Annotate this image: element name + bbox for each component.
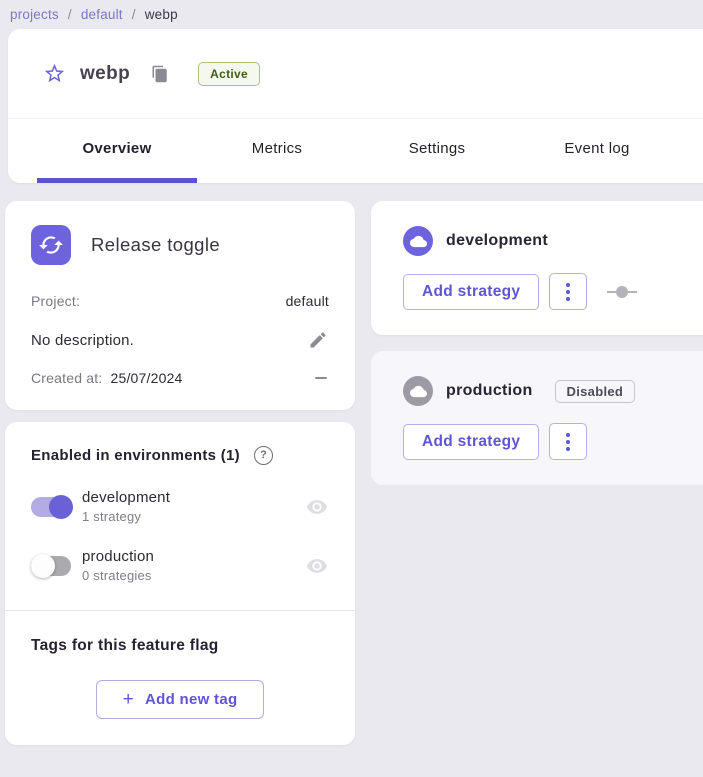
left-column: Release toggle Project: default No descr… [5, 201, 355, 745]
environments-card: Enabled in environments (1) ? developmen… [5, 422, 355, 745]
cloud-environment-icon [403, 376, 433, 406]
tab-overview[interactable]: Overview [37, 119, 197, 183]
feature-title-row: webp Active [8, 29, 703, 119]
toggle-development[interactable] [31, 495, 73, 519]
help-icon[interactable]: ? [254, 446, 273, 465]
tab-metrics[interactable]: Metrics [197, 119, 357, 183]
disabled-badge: Disabled [555, 380, 636, 403]
plus-icon: + [123, 690, 134, 709]
add-tag-label: Add new tag [145, 691, 237, 708]
project-row: Project: default [31, 293, 329, 309]
strategy-connector-icon [607, 286, 637, 298]
edit-description-icon[interactable] [307, 329, 329, 351]
feature-title: webp [80, 63, 130, 85]
breadcrumb-current-webp: webp [145, 7, 178, 22]
panel-actions: Add strategy [403, 273, 685, 310]
environment-row-production: production 0 strategies [31, 548, 329, 583]
environments-title-row: Enabled in environments (1) ? [31, 446, 329, 465]
breadcrumb-separator: / [68, 7, 72, 22]
created-value: 25/07/2024 [110, 370, 182, 386]
right-column: development Add strategy prod [371, 201, 703, 745]
add-new-tag-button[interactable]: + Add new tag [96, 680, 265, 719]
tags-section: Tags for this feature flag + Add new tag [5, 611, 355, 745]
description-text: No description. [31, 332, 134, 349]
panel-header: production Disabled [403, 376, 685, 406]
project-value: default [286, 293, 329, 309]
breadcrumb-projects[interactable]: projects [10, 7, 59, 22]
status-badge: Active [198, 62, 260, 86]
environment-name: development [82, 489, 170, 506]
created-row: Created at: 25/07/2024 [31, 370, 329, 386]
environment-strategy-count: 0 strategies [82, 568, 154, 583]
main-content: Release toggle Project: default No descr… [0, 183, 703, 745]
feature-info-card: Release toggle Project: default No descr… [5, 201, 355, 410]
created-label: Created at: [31, 370, 102, 386]
environment-name: production [82, 548, 154, 565]
environment-panel-production: production Disabled Add strategy [371, 351, 703, 485]
release-toggle-icon [31, 225, 71, 265]
project-label: Project: [31, 293, 80, 309]
copy-icon[interactable] [150, 64, 170, 84]
environment-strategy-count: 1 strategy [82, 509, 170, 524]
collapse-minus-icon[interactable] [315, 371, 329, 385]
feature-type-label: Release toggle [91, 234, 220, 256]
environment-panel-name: development [446, 232, 548, 250]
breadcrumb-default[interactable]: default [81, 7, 123, 22]
visibility-eye-icon[interactable] [305, 554, 329, 578]
cloud-environment-icon [403, 226, 433, 256]
panel-header: development [403, 226, 685, 256]
more-options-kebab-icon[interactable] [549, 273, 587, 310]
environments-title: Enabled in environments (1) [31, 447, 240, 464]
environment-labels: development 1 strategy [82, 489, 170, 524]
feature-header-card: webp Active Overview Metrics Settings Ev… [8, 29, 703, 183]
add-strategy-button[interactable]: Add strategy [403, 424, 539, 460]
visibility-eye-icon[interactable] [305, 495, 329, 519]
description-row: No description. [31, 329, 329, 351]
feature-type-row: Release toggle [31, 225, 329, 265]
environment-labels: production 0 strategies [82, 548, 154, 583]
enabled-environments-section: Enabled in environments (1) ? developmen… [5, 422, 355, 610]
toggle-production[interactable] [31, 554, 73, 578]
environment-panel-name: production [446, 382, 533, 400]
tab-settings[interactable]: Settings [357, 119, 517, 183]
more-options-kebab-icon[interactable] [549, 423, 587, 460]
add-strategy-button[interactable]: Add strategy [403, 274, 539, 310]
feature-tabs: Overview Metrics Settings Event log [8, 119, 703, 183]
environment-panel-development: development Add strategy [371, 201, 703, 335]
created-group: Created at: 25/07/2024 [31, 370, 183, 386]
breadcrumb-separator: / [132, 7, 136, 22]
panel-actions: Add strategy [403, 423, 685, 460]
tags-title: Tags for this feature flag [31, 637, 329, 655]
tab-event-log[interactable]: Event log [517, 119, 677, 183]
favorite-star-icon[interactable] [42, 62, 66, 86]
environment-row-development: development 1 strategy [31, 489, 329, 524]
breadcrumb: projects / default / webp [0, 0, 703, 29]
